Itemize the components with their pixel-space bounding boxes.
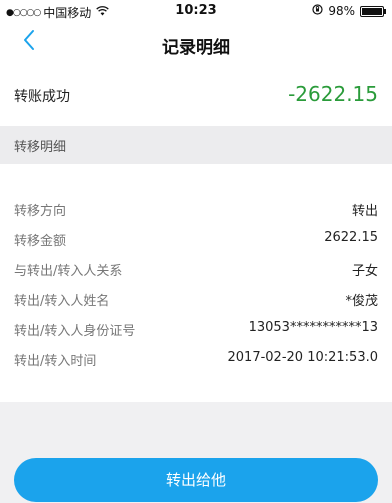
detail-list: 转移方向 转出 转移金额 2622.15 与转出/转入人关系 子女 转出/转入人…	[0, 164, 392, 402]
detail-key: 与转出/转入人关系	[14, 264, 123, 279]
detail-key: 转出/转入人身份证号	[14, 324, 136, 339]
detail-value: 子女	[351, 264, 378, 279]
transfer-status-label: 转账成功	[14, 89, 70, 105]
nav-bar: 记录明细	[0, 22, 392, 66]
detail-key: 转移方向	[14, 204, 67, 219]
rotation-lock-icon	[312, 4, 323, 18]
battery-icon	[360, 5, 386, 17]
detail-value: 转出	[351, 204, 378, 219]
detail-key: 转移金额	[14, 234, 67, 249]
status-bar: ●○○○○ 中国移动 10:23 98%	[0, 0, 392, 22]
detail-row-relationship: 与转出/转入人关系 子女	[0, 257, 392, 281]
detail-row-time: 转出/转入时间 2017-02-20 10:21:53.0	[0, 347, 392, 371]
battery-fill	[362, 7, 382, 15]
detail-row-amount: 转移金额 2622.15	[0, 227, 392, 251]
section-title: 转移明细	[14, 140, 67, 155]
transfer-summary: 转账成功 -2622.15	[0, 66, 392, 126]
battery-percent: 98%	[328, 4, 355, 18]
detail-key: 转出/转入人姓名	[14, 294, 110, 309]
transfer-out-button[interactable]: 转出给他	[14, 458, 378, 502]
detail-value: *俊茂	[345, 294, 378, 309]
transfer-amount: -2622.15	[288, 82, 378, 106]
detail-value: 13053***********13	[248, 320, 378, 335]
status-right: 98%	[312, 4, 386, 18]
detail-value: 2622.15	[324, 230, 378, 245]
detail-key: 转出/转入时间	[14, 354, 97, 369]
detail-row-direction: 转移方向 转出	[0, 197, 392, 221]
page-title: 记录明细	[162, 38, 230, 58]
section-header: 转移明细	[0, 126, 392, 164]
detail-row-id-number: 转出/转入人身份证号 13053***********13	[0, 317, 392, 341]
detail-value: 2017-02-20 10:21:53.0	[227, 350, 378, 365]
detail-row-name: 转出/转入人姓名 *俊茂	[0, 287, 392, 311]
